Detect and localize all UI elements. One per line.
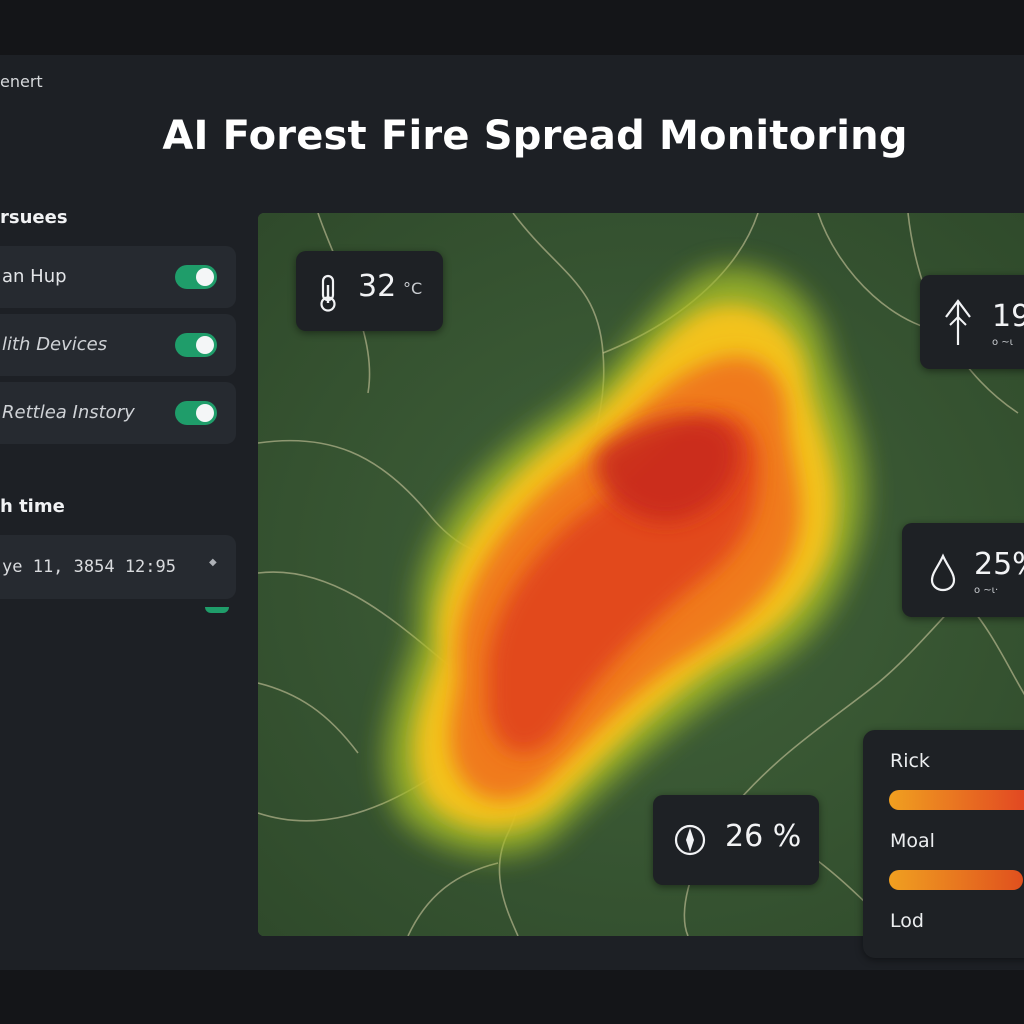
humidity-card: 25% ο ~ι·	[902, 523, 1024, 617]
app-brand: enert	[0, 72, 43, 91]
humidity-value: 25%	[974, 547, 1024, 582]
wind-direction-icon	[945, 299, 971, 345]
water-drop-icon	[930, 553, 956, 592]
risk-legend: Rick Moal Lod	[863, 730, 1024, 958]
spread-value: 26 %	[725, 819, 802, 854]
thermometer-icon	[320, 274, 336, 312]
risk-medium-bar	[889, 870, 1023, 890]
wind-card: 19 ο ~ι	[920, 275, 1024, 369]
time-section-title: h time	[0, 496, 65, 517]
caret-icon: ◆	[209, 557, 217, 568]
toggle-row-devices[interactable]: lith Devices	[0, 314, 236, 376]
sources-section-title: rsuees	[0, 207, 68, 228]
switch-knob	[196, 268, 214, 286]
temperature-card: 32 °C	[296, 251, 443, 331]
top-bar	[0, 0, 1024, 55]
history-toggle-switch[interactable]	[175, 401, 217, 425]
temperature-unit: °C	[403, 279, 423, 298]
datetime-select[interactable]: ye 11, 3854 12:95 ◆	[0, 535, 236, 599]
toggle-row-hub[interactable]: an Hup	[0, 246, 236, 308]
wind-sub: ο ~ι	[992, 337, 1014, 348]
switch-knob	[196, 336, 214, 354]
wind-value: 19	[992, 299, 1024, 334]
toggle-label: an Hup	[2, 266, 67, 287]
bottom-bar	[0, 970, 1024, 1024]
scroll-indicator	[205, 607, 229, 613]
compass-icon	[674, 824, 706, 856]
risk-high-bar	[889, 790, 1024, 810]
devices-toggle-switch[interactable]	[175, 333, 217, 357]
risk-level-label: Rick	[890, 750, 930, 772]
switch-knob	[196, 404, 214, 422]
toggle-row-history[interactable]: Rettlea Instory	[0, 382, 236, 444]
risk-level-label: Moal	[890, 830, 935, 852]
humidity-sub: ο ~ι·	[974, 585, 999, 596]
risk-level-label: Lod	[890, 910, 924, 932]
toggle-label: lith Devices	[2, 334, 108, 355]
temperature-value: 32	[358, 269, 397, 304]
toggle-label: Rettlea Instory	[2, 402, 135, 423]
dashboard-window: enert AI Forest Fire Spread Monitoring r…	[0, 55, 1024, 970]
spread-card: 26 %	[653, 795, 819, 885]
datetime-value: ye 11, 3854 12:95	[2, 557, 176, 577]
hub-toggle-switch[interactable]	[175, 265, 217, 289]
page-title: AI Forest Fire Spread Monitoring	[162, 113, 908, 159]
